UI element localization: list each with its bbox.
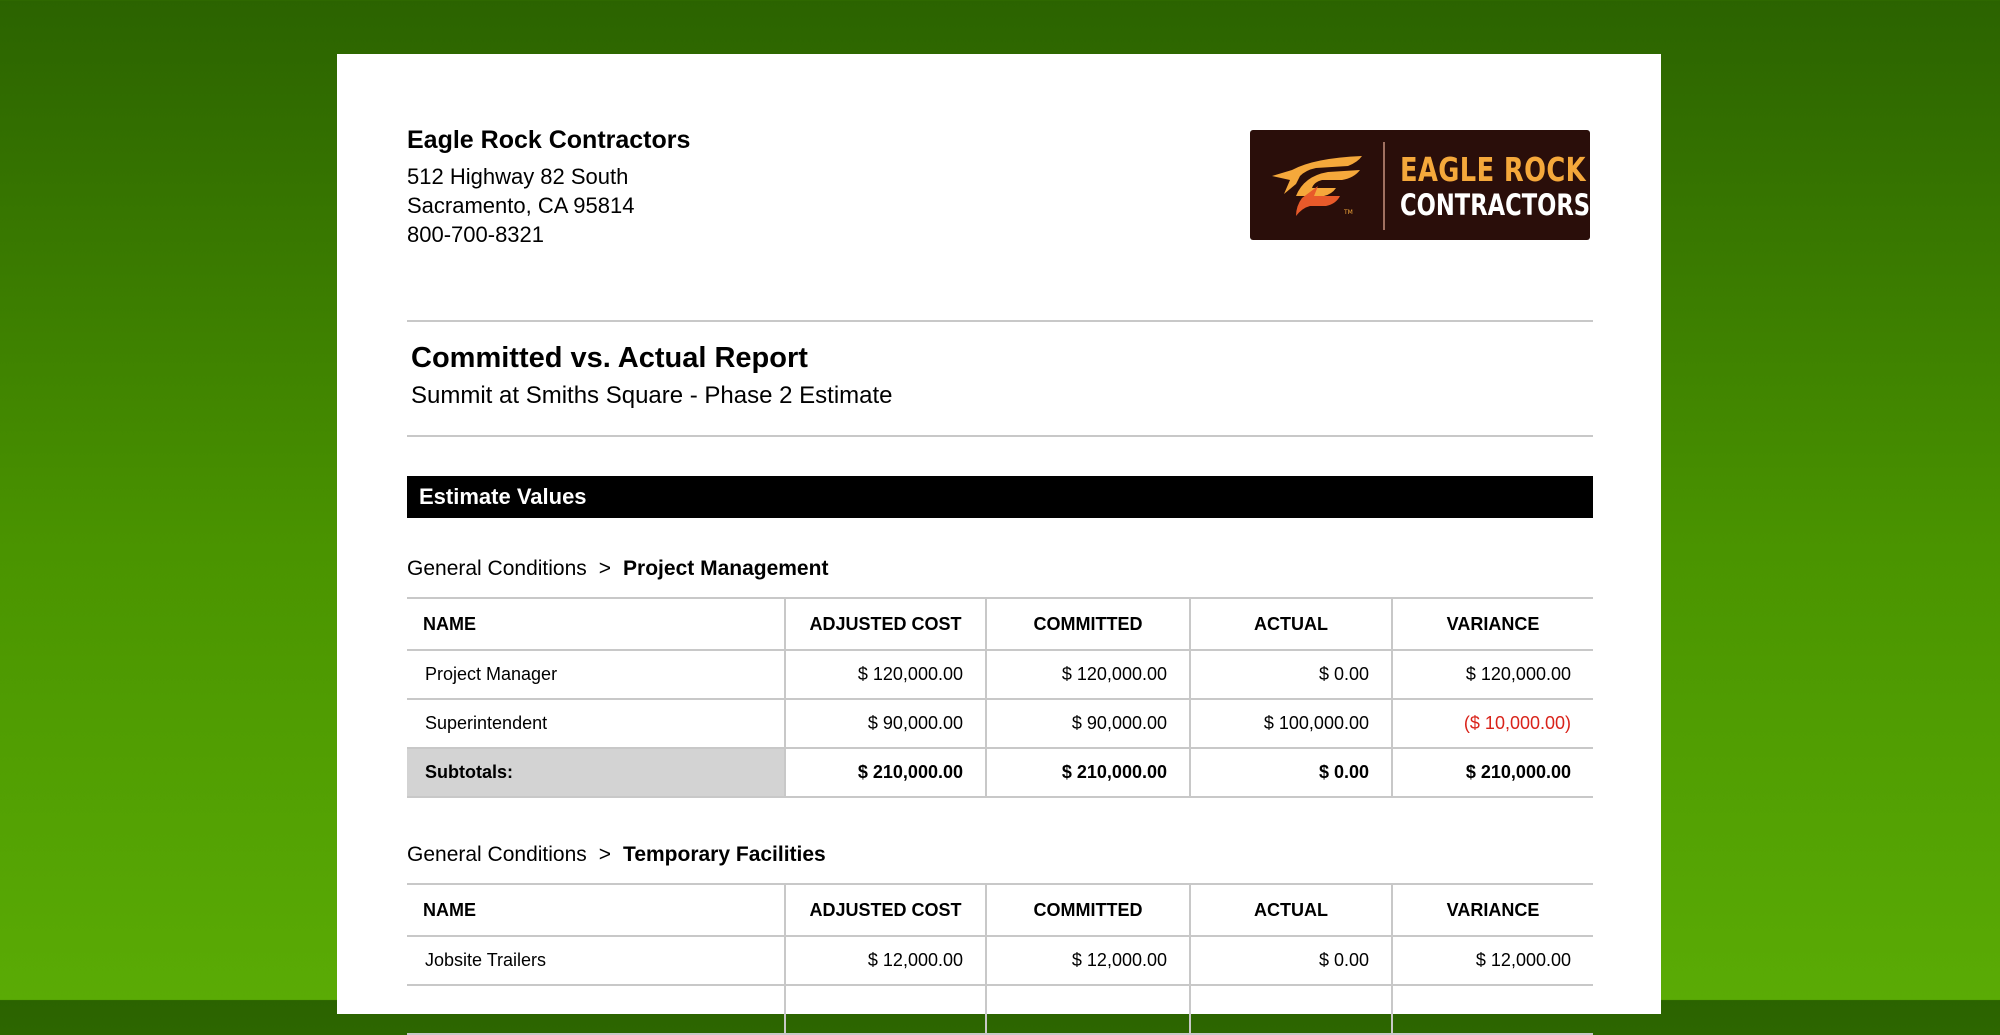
header-divider	[407, 320, 1593, 322]
cost-table-project-management: NAME ADJUSTED COST COMMITTED ACTUAL VARI…	[407, 597, 1593, 798]
section-header: Estimate Values	[407, 476, 1593, 518]
report-sheet: Eagle Rock Contractors 512 Highway 82 So…	[337, 54, 1661, 1035]
column-header-adjusted-cost: ADJUSTED COST	[784, 883, 987, 937]
column-header-variance: VARIANCE	[1391, 883, 1593, 937]
subtotal-committed: $ 210,000.00	[985, 747, 1191, 798]
cell-name: Jobsite Trailers	[407, 935, 786, 986]
cell-variance	[1391, 984, 1593, 1035]
table-row	[407, 984, 1593, 1035]
subtotal-actual: $ 0.00	[1189, 747, 1393, 798]
column-header-committed: COMMITTED	[985, 883, 1191, 937]
column-header-variance: VARIANCE	[1391, 597, 1593, 651]
cell-actual	[1189, 984, 1393, 1035]
cell-name: Superintendent	[407, 698, 786, 749]
column-header-name: NAME	[407, 883, 786, 937]
company-name: Eagle Rock Contractors	[407, 126, 691, 154]
report-subtitle: Summit at Smiths Square - Phase 2 Estima…	[411, 382, 893, 409]
breadcrumb: General Conditions > Project Management	[407, 557, 828, 581]
breadcrumb-current: Temporary Facilities	[623, 843, 826, 866]
breadcrumb-parent: General Conditions	[407, 557, 587, 580]
column-header-actual: ACTUAL	[1189, 883, 1393, 937]
column-header-actual: ACTUAL	[1189, 597, 1393, 651]
table-header-row: NAME ADJUSTED COST COMMITTED ACTUAL VARI…	[407, 597, 1593, 651]
cell-committed: $ 120,000.00	[985, 649, 1191, 700]
company-address-street: 512 Highway 82 South	[407, 164, 629, 189]
cell-actual: $ 0.00	[1189, 935, 1393, 986]
breadcrumb-separator: >	[598, 843, 612, 866]
cell-adjusted-cost: $ 90,000.00	[784, 698, 987, 749]
title-divider	[407, 435, 1593, 437]
cell-adjusted-cost: $ 12,000.00	[784, 935, 987, 986]
cell-committed: $ 12,000.00	[985, 935, 1191, 986]
cell-actual: $ 0.00	[1189, 649, 1393, 700]
trademark-mark: TM	[1343, 209, 1353, 216]
cell-committed: $ 90,000.00	[985, 698, 1191, 749]
report-title: Committed vs. Actual Report	[411, 342, 808, 374]
cost-table-temporary-facilities: NAME ADJUSTED COST COMMITTED ACTUAL VARI…	[407, 883, 1593, 1035]
cell-name	[407, 984, 786, 1035]
cell-variance: $ 120,000.00	[1391, 649, 1593, 700]
logo-text-eagle-rock: EAGLE ROCK	[1400, 150, 1587, 189]
column-header-name: NAME	[407, 597, 786, 651]
logo-text-contractors: CONTRACTORS	[1400, 188, 1591, 222]
column-header-adjusted-cost: ADJUSTED COST	[784, 597, 987, 651]
subtotal-adjusted-cost: $ 210,000.00	[784, 747, 987, 798]
table-row: Jobsite Trailers $ 12,000.00 $ 12,000.00…	[407, 935, 1593, 986]
cell-adjusted-cost	[784, 984, 987, 1035]
subtotal-label: Subtotals:	[407, 747, 786, 798]
table-header-row: NAME ADJUSTED COST COMMITTED ACTUAL VARI…	[407, 883, 1593, 937]
company-phone: 800-700-8321	[407, 222, 545, 247]
cell-committed	[985, 984, 1191, 1035]
company-address-city: Sacramento, CA 95814	[407, 193, 635, 218]
breadcrumb-current: Project Management	[623, 557, 829, 580]
breadcrumb: General Conditions > Temporary Facilities	[407, 843, 826, 867]
cell-variance: $ 12,000.00	[1391, 935, 1593, 986]
logo-divider	[1383, 142, 1385, 230]
cell-actual: $ 100,000.00	[1189, 698, 1393, 749]
table-row: Project Manager $ 120,000.00 $ 120,000.0…	[407, 649, 1593, 700]
breadcrumb-separator: >	[598, 557, 612, 580]
breadcrumb-parent: General Conditions	[407, 843, 587, 866]
subtotal-row: Subtotals: $ 210,000.00 $ 210,000.00 $ 0…	[407, 747, 1593, 798]
company-logo: TM EAGLE ROCK CONTRACTORS	[1250, 130, 1590, 240]
table-row: Superintendent $ 90,000.00 $ 90,000.00 $…	[407, 698, 1593, 749]
cell-adjusted-cost: $ 120,000.00	[784, 649, 987, 700]
eagle-logo-icon: TM	[1272, 156, 1362, 216]
subtotal-variance: $ 210,000.00	[1391, 747, 1593, 798]
column-header-committed: COMMITTED	[985, 597, 1191, 651]
cell-name: Project Manager	[407, 649, 786, 700]
cell-variance-negative: ($ 10,000.00)	[1391, 698, 1593, 749]
